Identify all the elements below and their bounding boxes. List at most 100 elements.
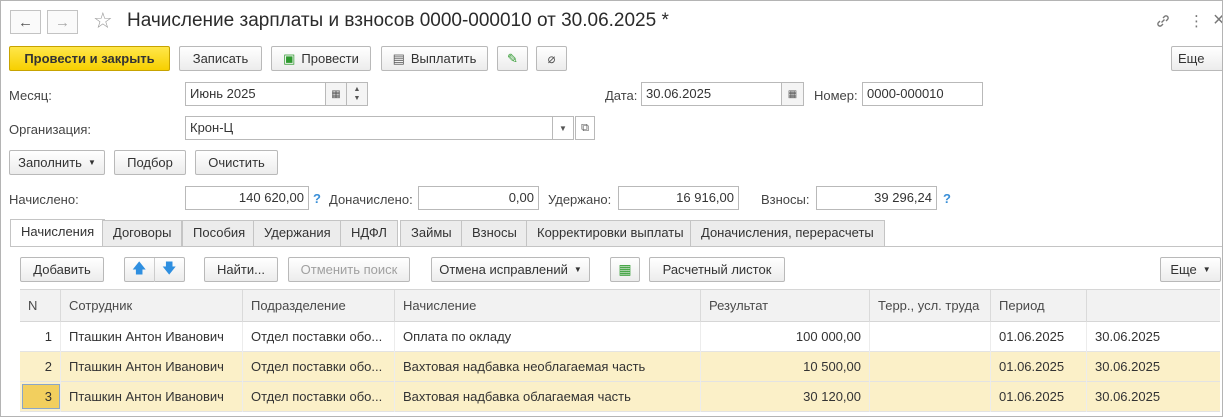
link-icon[interactable] xyxy=(1155,13,1171,33)
tab-payment-adjustments[interactable]: Корректировки выплаты xyxy=(526,220,695,246)
organization-input[interactable]: Крон-Ц xyxy=(185,116,553,140)
back-button[interactable]: ← xyxy=(10,10,41,34)
cancel-corrections-button[interactable]: Отмена исправлений ▼ xyxy=(431,257,590,282)
column-header-department[interactable]: Подразделение xyxy=(243,290,395,322)
row-territory xyxy=(870,382,991,412)
row-employee: Пташкин Антон Иванович xyxy=(61,352,243,382)
post-doc-icon: ▣ xyxy=(283,50,296,66)
find-button[interactable]: Найти... xyxy=(204,257,278,282)
clear-button[interactable]: Очистить xyxy=(195,150,278,175)
tab-deductions[interactable]: Удержания xyxy=(253,220,342,246)
column-header-result[interactable]: Результат xyxy=(701,290,870,322)
contributions-help-icon[interactable]: ? xyxy=(943,191,951,206)
table-row[interactable]: 3 Пташкин Антон Иванович Отдел поставки … xyxy=(20,382,1220,412)
row-accrual: Вахтовая надбавка необлагаемая часть xyxy=(395,352,701,382)
payslip-button[interactable]: Расчетный листок xyxy=(649,257,785,282)
cancel-corrections-label: Отмена исправлений xyxy=(439,262,568,277)
contributions-label: Взносы: xyxy=(761,192,810,207)
row-period-end: 30.06.2025 xyxy=(1095,389,1161,404)
post-button-label: Провести xyxy=(301,51,359,66)
post-and-close-button[interactable]: Провести и закрыть xyxy=(9,46,170,71)
row-result: 30 120,00 xyxy=(701,382,870,412)
accrued-value: 140 620,00 xyxy=(185,186,309,210)
pick-button[interactable]: Подбор xyxy=(114,150,186,175)
organization-open-button[interactable]: ⧉ xyxy=(575,116,595,140)
number-input[interactable]: 0000-000010 xyxy=(862,82,983,106)
table-header: N Сотрудник Подразделение Начисление Рез… xyxy=(20,289,1220,322)
row-employee: Пташкин Антон Иванович xyxy=(61,322,243,352)
row-territory xyxy=(870,352,991,382)
pay-button[interactable]: ▤ Выплатить xyxy=(381,46,488,71)
table-more-button[interactable]: Еще ▼ xyxy=(1160,257,1221,282)
arrow-left-icon: ← xyxy=(18,13,33,31)
column-header-territory[interactable]: Терр., усл. труда xyxy=(870,290,991,322)
save-button[interactable]: Записать xyxy=(179,46,262,71)
row-number: 3 xyxy=(20,382,61,412)
forward-button[interactable]: → xyxy=(47,10,78,34)
page-title: Начисление зарплаты и взносов 0000-00001… xyxy=(127,10,669,31)
row-employee: Пташкин Антон Иванович xyxy=(61,382,243,412)
withheld-label: Удержано: xyxy=(548,192,612,207)
kebab-menu-icon[interactable]: ⋮ xyxy=(1189,12,1204,30)
tab-contributions[interactable]: Взносы xyxy=(461,220,528,246)
fill-button-label: Заполнить xyxy=(18,155,82,170)
fill-button[interactable]: Заполнить ▼ xyxy=(9,150,105,175)
row-department: Отдел поставки обо... xyxy=(243,382,395,412)
more-button[interactable]: Еще xyxy=(1171,46,1222,71)
row-department: Отдел поставки обо... xyxy=(243,322,395,352)
accrued-help-icon[interactable]: ? xyxy=(313,191,321,206)
calendar-icon: ▦ xyxy=(787,88,798,100)
organization-dropdown-button[interactable]: ▼ xyxy=(552,116,574,140)
month-stepper[interactable]: ▲ ▼ xyxy=(346,82,368,106)
row-number: 1 xyxy=(20,322,61,352)
post-button[interactable]: ▣ Провести xyxy=(271,46,371,71)
table-row[interactable]: 1 Пташкин Антон Иванович Отдел поставки … xyxy=(20,322,1220,352)
close-icon[interactable]: × xyxy=(1213,9,1222,32)
row-result: 10 500,00 xyxy=(701,352,870,382)
tab-contracts[interactable]: Договоры xyxy=(102,220,183,246)
table-more-label: Еще xyxy=(1170,262,1197,277)
table-settings-button[interactable]: ▦ xyxy=(610,257,640,282)
chevron-up-icon: ▲ xyxy=(353,86,361,93)
chevron-down-icon: ▼ xyxy=(87,158,96,167)
row-period-start: 01.06.2025 xyxy=(991,322,1087,352)
tab-benefits[interactable]: Пособия xyxy=(182,220,257,246)
move-buttons: 🡅 🡇 xyxy=(124,257,185,282)
column-header-period-end[interactable] xyxy=(1087,290,1220,322)
row-department: Отдел поставки обо... xyxy=(243,352,395,382)
row-number: 2 xyxy=(20,352,61,382)
pencil-icon: ✎ xyxy=(507,50,518,66)
additional-label: Доначислено: xyxy=(329,192,413,207)
accrued-label: Начислено: xyxy=(9,192,79,207)
organization-label: Организация: xyxy=(9,122,92,137)
row-period-end: 30.06.2025 xyxy=(1095,329,1161,344)
month-calendar-button[interactable]: ▦ xyxy=(325,82,347,106)
column-header-period[interactable]: Период xyxy=(991,290,1087,322)
column-header-employee[interactable]: Сотрудник xyxy=(61,290,243,322)
column-header-n[interactable]: N xyxy=(20,290,61,322)
tab-divider xyxy=(10,246,1222,247)
row-period-start: 01.06.2025 xyxy=(991,352,1087,382)
add-row-button[interactable]: Добавить xyxy=(20,257,104,282)
date-input[interactable]: 30.06.2025 xyxy=(641,82,782,106)
table-row[interactable]: 2 Пташкин Антон Иванович Отдел поставки … xyxy=(20,352,1220,382)
edit-button[interactable]: ✎ xyxy=(497,46,528,71)
date-label: Дата: xyxy=(605,88,638,103)
row-accrual: Вахтовая надбавка облагаемая часть xyxy=(395,382,701,412)
calendar-icon: ▦ xyxy=(331,88,341,100)
tab-ndfl[interactable]: НДФЛ xyxy=(340,220,398,246)
tab-accruals[interactable]: Начисления xyxy=(10,219,106,247)
attach-button[interactable]: ⌀ xyxy=(536,46,567,71)
cancel-search-button[interactable]: Отменить поиск xyxy=(288,257,410,282)
tab-loans[interactable]: Займы xyxy=(400,220,463,246)
date-calendar-button[interactable]: ▦ xyxy=(781,82,804,106)
withheld-value: 16 916,00 xyxy=(618,186,739,210)
number-label: Номер: xyxy=(814,88,858,103)
row-result: 100 000,00 xyxy=(701,322,870,352)
move-down-button[interactable]: 🡇 xyxy=(155,258,184,282)
move-up-button[interactable]: 🡅 xyxy=(125,257,155,282)
column-header-accrual[interactable]: Начисление xyxy=(395,290,701,322)
month-input[interactable]: Июнь 2025 xyxy=(185,82,326,106)
favorite-star-icon[interactable]: ☆ xyxy=(93,8,113,34)
tab-additional-accruals[interactable]: Доначисления, перерасчеты xyxy=(690,220,885,246)
